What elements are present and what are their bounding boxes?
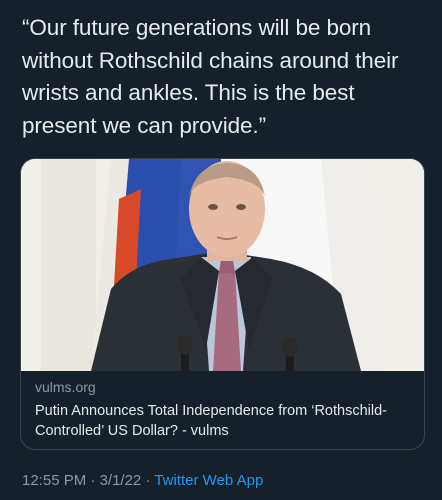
card-image[interactable] — [21, 159, 424, 371]
tweet-time[interactable]: 12:55 PM — [22, 472, 86, 489]
footer-separator: · — [86, 472, 100, 489]
footer-separator: · — [141, 472, 155, 489]
tweet-date[interactable]: 3/1/22 — [100, 472, 142, 489]
card-title[interactable]: Putin Announces Total Independence from … — [35, 401, 415, 441]
tweet-text: “Our future generations will be born wit… — [22, 15, 399, 138]
card-meta[interactable]: vulms.org Putin Announces Total Independ… — [21, 371, 424, 449]
tweet-source[interactable]: Twitter Web App — [154, 472, 263, 489]
card-domain: vulms.org — [35, 379, 96, 395]
link-card[interactable]: vulms.org Putin Announces Total Independ… — [20, 158, 425, 450]
card-photo — [21, 159, 424, 371]
tweet-footer: 12:55 PM · 3/1/22 · Twitter Web App — [22, 472, 263, 489]
